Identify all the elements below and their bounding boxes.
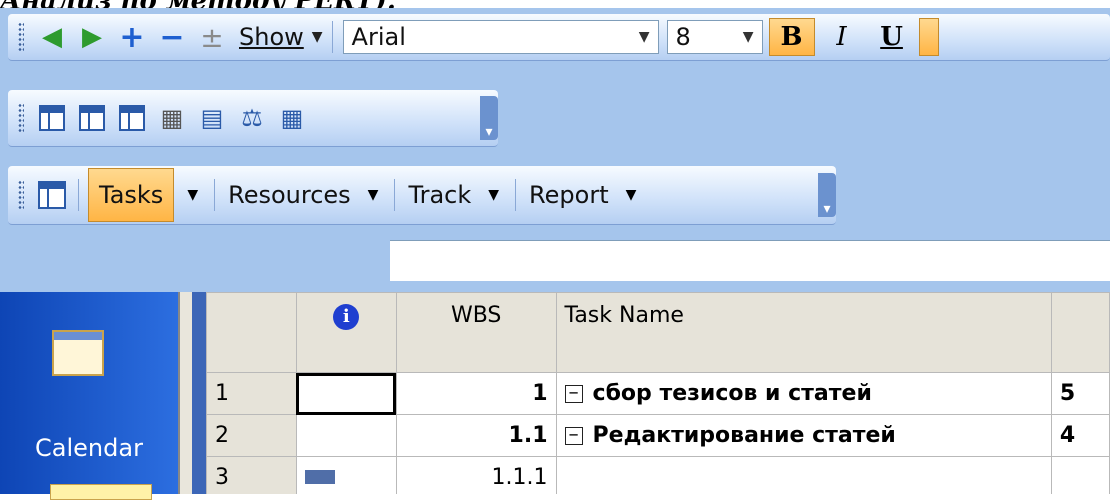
wbs-cell[interactable]: 1.1.1 [395, 456, 557, 494]
collapse-icon[interactable]: − [564, 427, 583, 445]
track-label: Track [408, 181, 472, 209]
calendar-view-label[interactable]: Calendar [0, 434, 178, 462]
task-name-text: Редактирование статей [592, 423, 896, 448]
toolbar-separator [78, 179, 79, 211]
track-button[interactable]: Track [404, 177, 475, 213]
wbs-cell[interactable]: 1.1 [395, 414, 557, 457]
report-chevron-down-icon[interactable]: ▼ [626, 187, 637, 203]
toolbar-separator [515, 179, 517, 211]
toolbar-grip[interactable] [18, 22, 24, 52]
resources-button[interactable]: Resources [224, 177, 355, 213]
header-row: i WBS Task Name [206, 292, 1110, 373]
balance-icon[interactable]: ⚖ [235, 100, 269, 136]
duration-cell[interactable] [1050, 456, 1110, 494]
outdent-arrow-icon[interactable]: ◀ [35, 19, 69, 55]
toolbar-overflow-icon[interactable]: ▾ [818, 173, 836, 217]
font-name-value: Arial [351, 23, 406, 51]
indicator-cell[interactable] [295, 414, 397, 457]
chevron-down-icon[interactable]: ▼ [639, 29, 650, 45]
tasks-button[interactable]: Tasks [88, 168, 175, 222]
task-name-text: сбор тезисов и статей [592, 381, 872, 406]
duration-cell[interactable]: 4 [1050, 414, 1110, 457]
toolbar-separator [214, 179, 216, 211]
view-splitter[interactable] [178, 292, 192, 494]
show-subtasks-icon[interactable]: + [115, 19, 149, 55]
report-button[interactable]: Report [525, 177, 613, 213]
gantt-chart-icon[interactable] [50, 484, 152, 500]
info-icon: i [333, 304, 360, 330]
show-label: Show [239, 23, 304, 51]
toolbar-grip[interactable] [18, 180, 24, 210]
calendar-icon[interactable] [52, 330, 104, 376]
bold-button[interactable]: B [768, 18, 815, 56]
chevron-down-icon[interactable]: ▼ [743, 29, 754, 45]
grid-table-icon[interactable]: ▦ [275, 100, 309, 136]
toolbar-separator [394, 179, 396, 211]
duration-header[interactable] [1050, 292, 1110, 373]
task-name-cell[interactable]: − Редактирование статей [555, 414, 1052, 457]
track-chevron-down-icon[interactable]: ▼ [488, 187, 499, 203]
task-name-header[interactable]: Task Name [555, 292, 1052, 373]
task-table: i WBS Task Name 1 1 − сбор тезисов и стат… [206, 292, 1110, 494]
toolbar-overflow-icon[interactable]: ▾ [480, 96, 498, 140]
task-name-cell[interactable] [555, 456, 1052, 494]
resources-label: Resources [228, 181, 351, 209]
wbs-cell[interactable]: 1 [395, 372, 557, 415]
notes-icon [304, 470, 335, 484]
row-id[interactable]: 2 [206, 414, 297, 457]
hide-subtasks-icon[interactable]: − [155, 19, 189, 55]
table-row[interactable]: 2 1.1 − Редактирование статей 4 [206, 414, 1110, 457]
ms-project-window: ◀ ▶ + − ± Show ▼ Arial ▼ 8 ▼ B I U ▦ ▤ ⚖… [0, 8, 1110, 500]
show-dropdown-button[interactable]: Show ▼ [235, 19, 323, 55]
chevron-down-icon: ▼ [311, 29, 323, 45]
indicator-cell[interactable] [295, 456, 397, 494]
italic-button[interactable]: I [819, 18, 865, 56]
indicators-header[interactable]: i [295, 292, 397, 373]
formatting-toolbar: ◀ ▶ + − ± Show ▼ Arial ▼ 8 ▼ B I U [8, 14, 1110, 61]
show-levels-icon[interactable]: ± [195, 19, 229, 55]
row-id-header[interactable] [206, 292, 297, 373]
indent-arrow-icon[interactable]: ▶ [75, 19, 109, 55]
resources-chevron-down-icon[interactable]: ▼ [368, 187, 379, 203]
wbs-header[interactable]: WBS [395, 292, 557, 373]
details-icon[interactable]: ▤ [195, 100, 229, 136]
calculator-icon[interactable]: ▦ [155, 100, 189, 136]
font-name-select[interactable]: Arial ▼ [342, 20, 659, 54]
row-id[interactable]: 3 [206, 456, 297, 494]
task-name-cell[interactable]: − сбор тезисов и статей [555, 372, 1052, 415]
toolbar-separator [331, 21, 333, 53]
tasks-label: Tasks [99, 181, 164, 209]
indicator-cell[interactable] [295, 372, 397, 415]
view-bar: Calendar [0, 292, 178, 500]
tasks-chevron-down-icon[interactable]: ▼ [187, 187, 198, 203]
font-size-value: 8 [675, 23, 691, 51]
row-id[interactable]: 1 [206, 372, 297, 415]
project-guide-icon[interactable] [35, 177, 69, 213]
view-table-icon[interactable] [35, 100, 69, 136]
report-label: Report [529, 181, 609, 209]
duration-cell[interactable]: 5 [1050, 372, 1110, 415]
views-toolbar: ▦ ▤ ⚖ ▦ ▾ [8, 90, 498, 147]
align-button[interactable] [918, 18, 939, 56]
table-row[interactable]: 3 1.1.1 [206, 456, 1110, 494]
active-view-bar [192, 292, 206, 494]
task-sheet: i WBS Task Name 1 1 − сбор тезисов и стат… [192, 292, 1110, 494]
toolbar-grip[interactable] [18, 103, 24, 133]
table-row[interactable]: 1 1 − сбор тезисов и статей 5 [206, 372, 1110, 415]
entry-bar-input[interactable] [390, 240, 1110, 281]
underline-button[interactable]: U [869, 18, 915, 56]
project-guide-toolbar: Tasks ▼ Resources ▼ Track ▼ Report ▼ ▾ [8, 166, 836, 225]
font-size-select[interactable]: 8 ▼ [666, 20, 763, 54]
collapse-icon[interactable]: − [564, 385, 583, 403]
view-table3-icon[interactable] [115, 100, 149, 136]
view-table2-icon[interactable] [75, 100, 109, 136]
